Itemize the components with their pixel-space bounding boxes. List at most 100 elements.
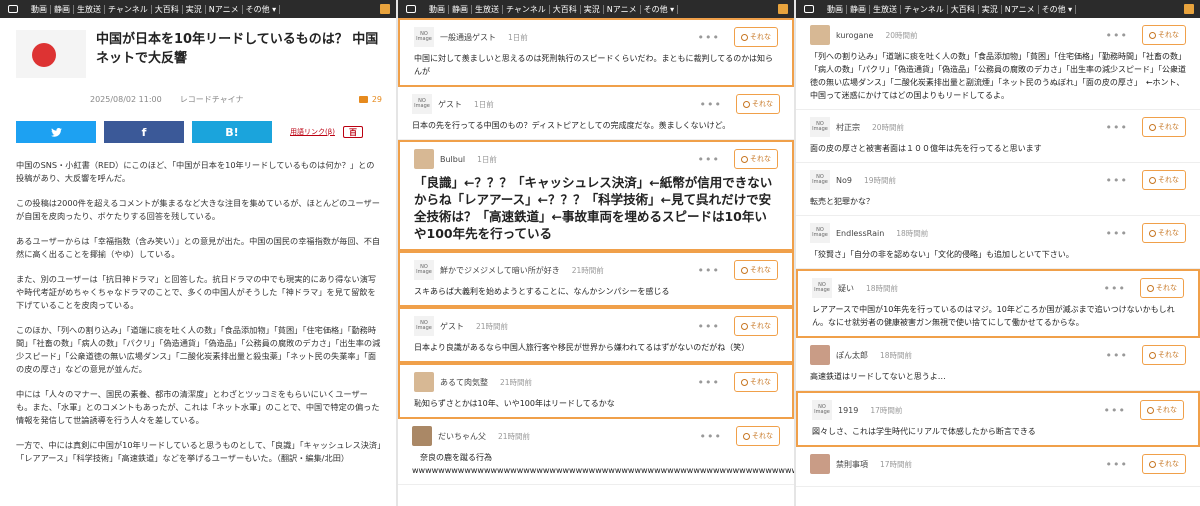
- nav-nanime[interactable]: Nアニメ: [604, 4, 641, 14]
- sorena-button[interactable]: それな: [1140, 400, 1184, 420]
- user-avatar[interactable]: NO Image: [414, 27, 434, 47]
- comment-username[interactable]: EndlessRain: [836, 229, 884, 238]
- notification-icon[interactable]: [1184, 4, 1194, 14]
- user-avatar[interactable]: [414, 149, 434, 169]
- sorena-button[interactable]: それな: [1142, 117, 1186, 137]
- user-avatar[interactable]: NO Image: [812, 400, 832, 420]
- comment-username[interactable]: あるて肉気整: [440, 377, 488, 388]
- comment-username[interactable]: No9: [836, 176, 852, 185]
- more-options-icon[interactable]: •••: [700, 430, 722, 443]
- user-avatar[interactable]: NO Image: [414, 316, 434, 336]
- sorena-button[interactable]: それな: [1142, 345, 1186, 365]
- dictionary-icon[interactable]: 百: [342, 126, 363, 138]
- more-options-icon[interactable]: •••: [1106, 458, 1128, 471]
- sorena-button[interactable]: それな: [734, 372, 778, 392]
- nav-nanime[interactable]: Nアニメ: [1002, 4, 1039, 14]
- comment-username[interactable]: ぽん太郎: [836, 350, 868, 361]
- sorena-button[interactable]: それな: [1142, 223, 1186, 243]
- nav-dic[interactable]: 大百科: [550, 4, 581, 14]
- comment-text: 奈良の鹿を蹴る行為wwwwwwwwwwwwwwwwwwwwwwwwwwwwwww…: [412, 453, 794, 475]
- more-options-icon[interactable]: •••: [1106, 349, 1128, 362]
- user-avatar[interactable]: NO Image: [810, 170, 830, 190]
- comment-username[interactable]: ゲスト: [438, 99, 462, 110]
- comment-time: 1日前: [508, 32, 528, 42]
- more-options-icon[interactable]: •••: [698, 153, 720, 166]
- user-avatar[interactable]: NO Image: [812, 278, 832, 298]
- nav-jikkyo[interactable]: 実況: [183, 4, 206, 14]
- comment-username[interactable]: 鮮かでジメジメして暗い所が好き: [440, 265, 560, 276]
- comment-username[interactable]: 村正宗: [836, 122, 860, 133]
- more-options-icon[interactable]: •••: [698, 376, 720, 389]
- comment-username[interactable]: Bulbul: [440, 155, 465, 164]
- user-avatar[interactable]: [414, 372, 434, 392]
- comment-item: kurogane 20時間前 ••• それな 「列への割り込み」「道端に痰を吐く…: [796, 18, 1200, 110]
- nav-channel[interactable]: チャンネル: [503, 4, 550, 14]
- notification-icon[interactable]: [380, 4, 390, 14]
- tv-logo-icon[interactable]: [804, 5, 814, 13]
- nav-jikkyo[interactable]: 実況: [979, 4, 1002, 14]
- comment-username[interactable]: ゲスト: [440, 321, 464, 332]
- nav-seiga[interactable]: 静画: [51, 4, 74, 14]
- comment-count[interactable]: 29: [358, 95, 382, 104]
- nav-jikkyo[interactable]: 実況: [581, 4, 604, 14]
- sorena-button[interactable]: それな: [736, 426, 780, 446]
- notification-icon[interactable]: [778, 4, 788, 14]
- comment-username[interactable]: 一般通過ゲスト: [440, 32, 496, 43]
- comment-username[interactable]: 疑い: [838, 283, 854, 294]
- nav-seiga[interactable]: 静画: [449, 4, 472, 14]
- comment-username[interactable]: だいちゃん父: [438, 431, 486, 442]
- user-avatar[interactable]: [810, 25, 830, 45]
- nav-douga[interactable]: 動画: [28, 4, 51, 14]
- more-options-icon[interactable]: •••: [1106, 227, 1128, 240]
- glossary-link[interactable]: 用語リンク(β): [290, 128, 335, 137]
- article-source[interactable]: レコードチャイナ: [180, 94, 244, 105]
- more-options-icon[interactable]: •••: [698, 264, 720, 277]
- more-options-icon[interactable]: •••: [1106, 29, 1128, 42]
- tv-logo-icon[interactable]: [8, 5, 18, 13]
- nav-more[interactable]: その他 ▾: [1039, 4, 1077, 14]
- more-options-icon[interactable]: •••: [1104, 282, 1126, 295]
- more-options-icon[interactable]: •••: [698, 31, 720, 44]
- more-options-icon[interactable]: •••: [1106, 174, 1128, 187]
- more-options-icon[interactable]: •••: [698, 320, 720, 333]
- sorena-button[interactable]: それな: [736, 94, 780, 114]
- nav-more[interactable]: その他 ▾: [243, 4, 281, 14]
- more-options-icon[interactable]: •••: [700, 98, 722, 111]
- nav-dic[interactable]: 大百科: [948, 4, 979, 14]
- hatena-bookmark-button[interactable]: B!: [192, 121, 272, 143]
- sorena-button[interactable]: それな: [1142, 454, 1186, 474]
- nav-dic[interactable]: 大百科: [152, 4, 183, 14]
- nav-douga[interactable]: 動画: [824, 4, 847, 14]
- sorena-button[interactable]: それな: [734, 316, 778, 336]
- user-avatar[interactable]: [412, 426, 432, 446]
- nav-more[interactable]: その他 ▾: [641, 4, 679, 14]
- facebook-share-button[interactable]: f: [104, 121, 184, 143]
- user-avatar[interactable]: NO Image: [810, 117, 830, 137]
- sorena-button[interactable]: それな: [734, 149, 778, 169]
- more-options-icon[interactable]: •••: [1104, 404, 1126, 417]
- user-avatar[interactable]: [810, 454, 830, 474]
- user-avatar[interactable]: NO Image: [412, 94, 432, 114]
- comment-username[interactable]: kurogane: [836, 31, 873, 40]
- more-options-icon[interactable]: •••: [1106, 121, 1128, 134]
- nav-channel[interactable]: チャンネル: [105, 4, 152, 14]
- twitter-share-button[interactable]: [16, 121, 96, 143]
- nav-channel[interactable]: チャンネル: [901, 4, 948, 14]
- nav-live[interactable]: 生放送: [870, 4, 901, 14]
- sorena-button[interactable]: それな: [734, 260, 778, 280]
- sorena-button[interactable]: それな: [1142, 170, 1186, 190]
- sorena-button[interactable]: それな: [1142, 25, 1186, 45]
- user-avatar[interactable]: [810, 345, 830, 365]
- comment-username[interactable]: 禁則事項: [836, 459, 868, 470]
- nav-live[interactable]: 生放送: [472, 4, 503, 14]
- nav-seiga[interactable]: 静画: [847, 4, 870, 14]
- comment-username[interactable]: 1919: [838, 406, 858, 415]
- tv-logo-icon[interactable]: [406, 5, 416, 13]
- nav-live[interactable]: 生放送: [74, 4, 105, 14]
- user-avatar[interactable]: NO Image: [810, 223, 830, 243]
- sorena-button[interactable]: それな: [734, 27, 778, 47]
- nav-douga[interactable]: 動画: [426, 4, 449, 14]
- sorena-button[interactable]: それな: [1140, 278, 1184, 298]
- user-avatar[interactable]: NO Image: [414, 260, 434, 280]
- nav-nanime[interactable]: Nアニメ: [206, 4, 243, 14]
